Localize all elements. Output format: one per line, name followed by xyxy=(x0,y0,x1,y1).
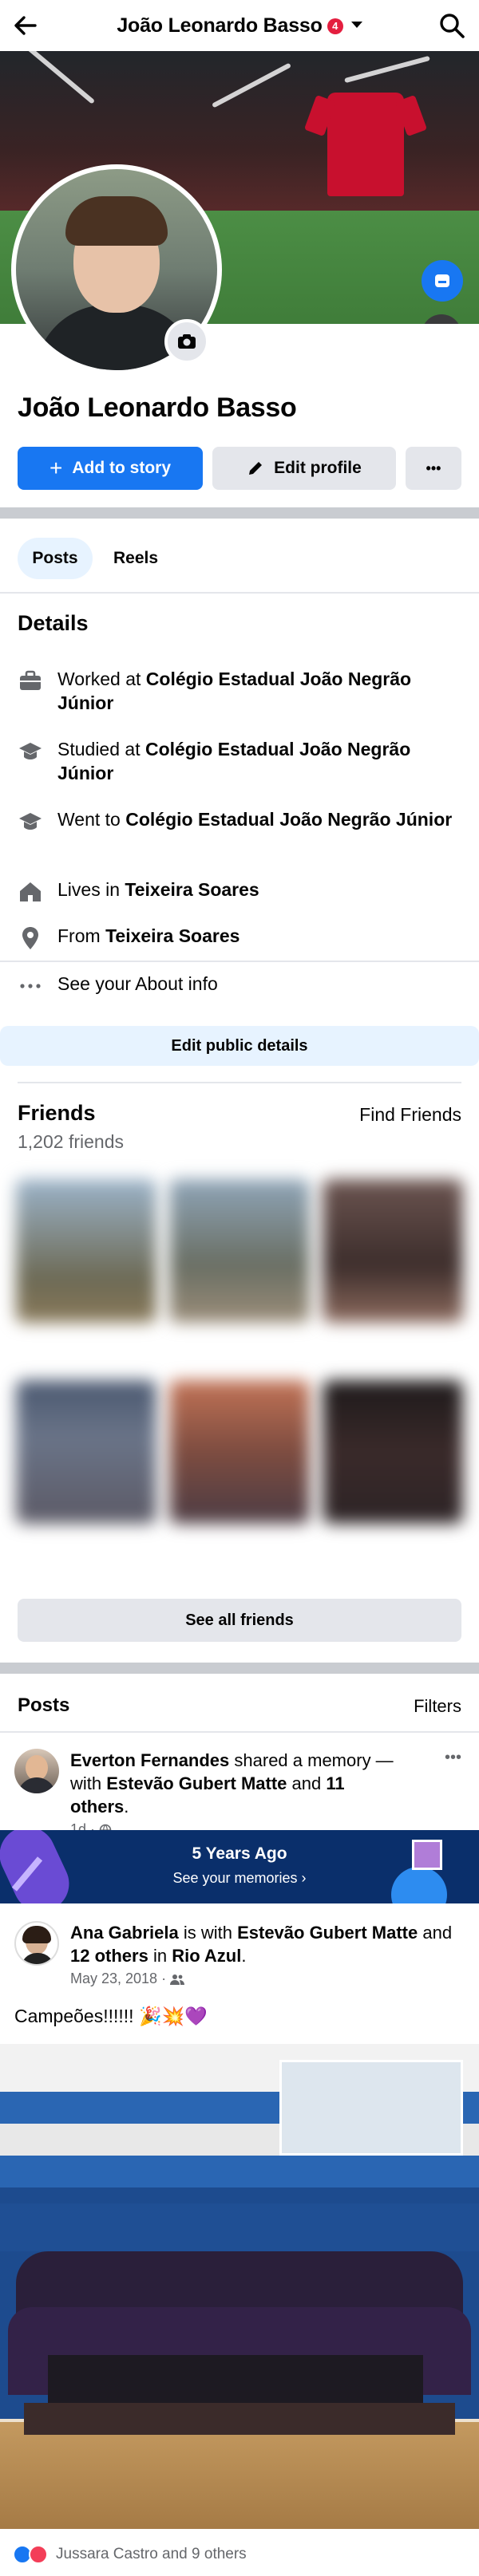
see-about-info-link[interactable]: See your About info xyxy=(18,972,465,999)
search-icon[interactable] xyxy=(437,11,466,40)
briefcase-icon xyxy=(18,669,43,694)
notification-badge: 4 xyxy=(327,18,343,34)
friend-thumbnail[interactable] xyxy=(169,1179,310,1323)
see-memories-link[interactable]: See your memories › xyxy=(0,1870,479,1887)
detail-from: From Teixeira Soares xyxy=(18,924,465,951)
detail-work: Worked at Colégio Estadual João Negrão J… xyxy=(18,667,465,715)
friends-heading: Friends xyxy=(18,1101,96,1125)
top-bar: João Leonardo Basso 4 xyxy=(0,0,479,51)
profile-switcher[interactable]: João Leonardo Basso 4 xyxy=(0,14,479,37)
section-divider xyxy=(0,507,479,519)
home-icon xyxy=(18,879,43,905)
tab-reels[interactable]: Reels xyxy=(104,538,168,579)
memory-post-header: Everton Fernandes shared a memory — with… xyxy=(14,1749,461,1840)
detail-studied: Studied at Colégio Estadual João Negrão … xyxy=(18,737,465,785)
friends-count: 1,202 friends xyxy=(18,1131,124,1152)
tab-posts[interactable]: Posts xyxy=(18,538,93,579)
graduation-cap-icon xyxy=(18,739,43,764)
divider xyxy=(18,1082,461,1083)
divider xyxy=(0,1731,479,1733)
details-heading: Details xyxy=(18,611,89,635)
pencil-icon xyxy=(247,460,264,477)
filters-button[interactable]: Filters xyxy=(414,1696,461,1717)
edit-profile-button[interactable]: Edit profile xyxy=(212,447,396,490)
friend-thumbnail[interactable] xyxy=(169,1380,310,1524)
jersey-graphic xyxy=(327,93,404,196)
location-pin-icon xyxy=(18,925,43,951)
friend-thumbnail[interactable] xyxy=(323,1380,463,1524)
post-date[interactable]: May 23, 2018 · xyxy=(70,1970,170,1986)
more-dots-icon xyxy=(18,973,43,999)
post-more-options-icon[interactable]: ••• xyxy=(445,1749,461,1767)
friends-audience-icon xyxy=(170,1973,185,1990)
add-to-story-button[interactable]: + Add to story xyxy=(18,447,203,490)
see-all-friends-button[interactable]: See all friends xyxy=(18,1599,461,1642)
edit-public-details-button[interactable]: Edit public details xyxy=(0,1026,479,1066)
graduation-cap-icon xyxy=(18,809,43,834)
friend-thumbnail[interactable] xyxy=(323,1179,463,1323)
profile-name: João Leonardo Basso xyxy=(18,393,297,423)
post-author[interactable]: Everton Fernandes xyxy=(70,1750,229,1770)
memory-title: 5 Years Ago xyxy=(192,1844,287,1863)
post-author[interactable]: Ana Gabriela xyxy=(70,1923,179,1943)
avatar[interactable] xyxy=(14,1921,59,1966)
reactions-summary[interactable]: Jussara Castro and 9 others xyxy=(13,2545,247,2564)
chevron-down-icon xyxy=(350,22,362,28)
post-photo[interactable] xyxy=(0,2044,479,2529)
avatar-shirt-button[interactable] xyxy=(422,260,463,302)
posts-heading: Posts xyxy=(18,1694,70,1716)
divider xyxy=(0,592,479,594)
memory-banner[interactable]: 5 Years Ago See your memories › xyxy=(0,1830,479,1903)
avatar-camera-icon[interactable] xyxy=(164,319,209,364)
friend-thumbnail[interactable] xyxy=(16,1380,156,1524)
avatar[interactable] xyxy=(14,1749,59,1793)
divider xyxy=(0,961,479,962)
post-caption: Campeões!!!!!! 🎉💥💜 xyxy=(14,2006,208,2026)
section-divider xyxy=(0,1663,479,1674)
shared-post-header: Ana Gabriela is with Estevão Gubert Matt… xyxy=(14,1921,461,1990)
detail-went-to: Went to Colégio Estadual João Negrão Jún… xyxy=(18,807,465,834)
plus-icon: + xyxy=(49,456,63,480)
detail-lives-in: Lives in Teixeira Soares xyxy=(18,878,465,905)
more-options-button[interactable]: ••• xyxy=(406,447,461,490)
page-title: João Leonardo Basso xyxy=(117,14,323,37)
find-friends-link[interactable]: Find Friends xyxy=(359,1104,461,1126)
love-reaction-icon xyxy=(29,2545,48,2564)
friend-thumbnail[interactable] xyxy=(16,1179,156,1323)
decoration xyxy=(0,1830,78,1903)
